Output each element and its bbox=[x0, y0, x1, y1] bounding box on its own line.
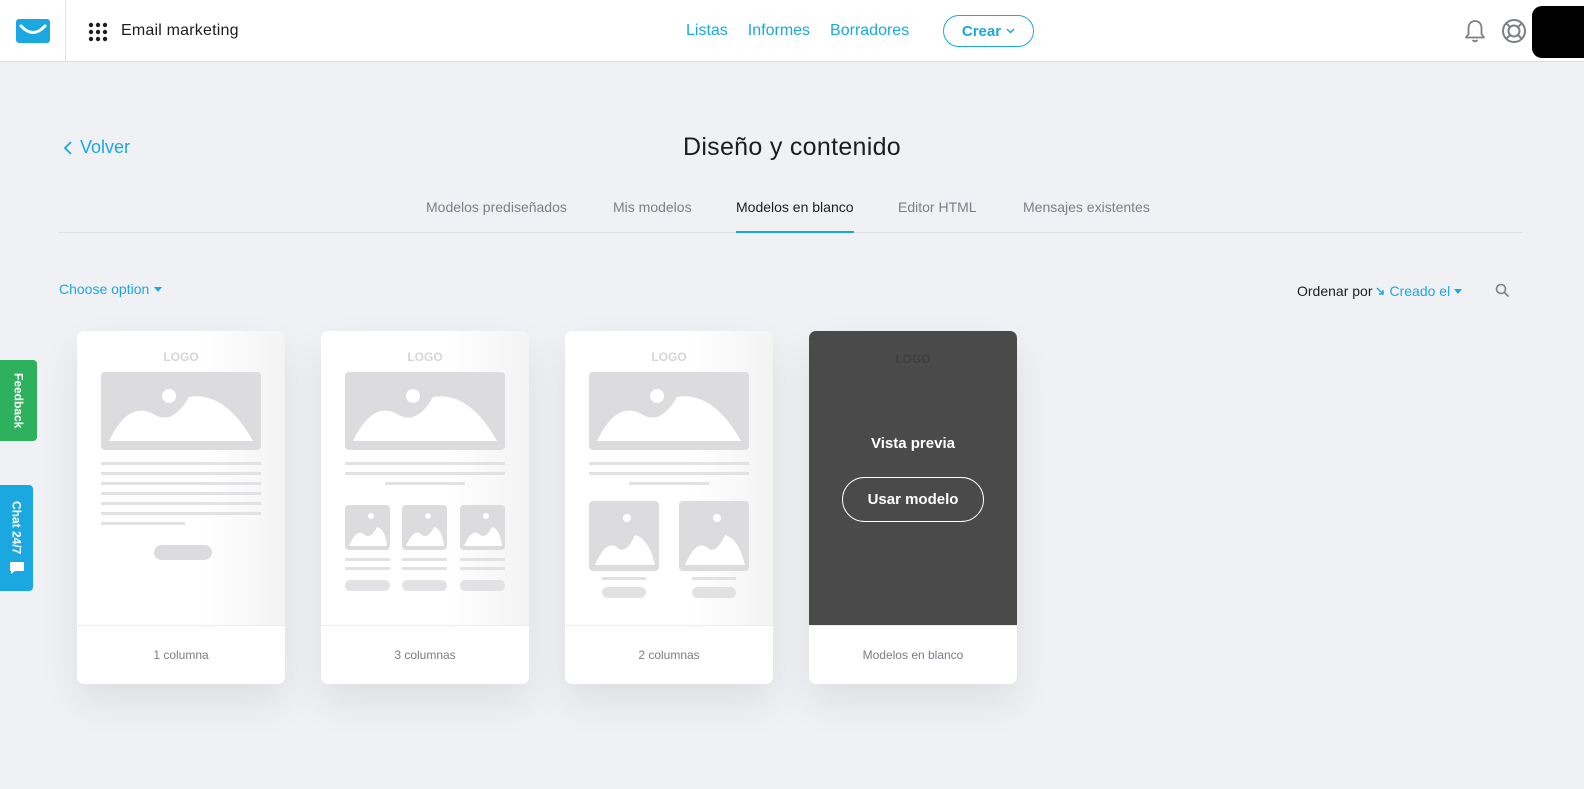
template-caption: 2 columnas bbox=[565, 625, 773, 684]
hover-overlay: LOGO Vista previa Usar modelo bbox=[809, 331, 1017, 625]
apps-grid-icon[interactable] bbox=[88, 22, 108, 42]
nav-informes[interactable]: Informes bbox=[748, 22, 810, 40]
chat-tab[interactable]: Chat 24/7 bbox=[0, 485, 33, 591]
logo-placeholder-dim: LOGO bbox=[895, 352, 930, 366]
help-lifebuoy-icon[interactable] bbox=[1501, 18, 1527, 44]
template-caption: Modelos en blanco bbox=[809, 625, 1017, 684]
preview-link[interactable]: Vista previa bbox=[809, 435, 1017, 452]
chevron-down-icon bbox=[1006, 28, 1015, 34]
page-title: Diseño y contenido bbox=[682, 133, 902, 161]
brand-logo[interactable] bbox=[0, 0, 66, 61]
choose-option-label: Choose option bbox=[59, 281, 150, 297]
logo-placeholder: LOGO bbox=[651, 350, 686, 364]
svg-text:LOGO: LOGO bbox=[895, 352, 930, 366]
template-card-modelos-en-blanco[interactable]: LOGO Vista previa Usar modelo Modelos en… bbox=[809, 331, 1017, 684]
avatar[interactable] bbox=[1532, 6, 1584, 58]
sort-value: Creado el bbox=[1389, 283, 1451, 299]
logo-placeholder: LOGO bbox=[163, 350, 198, 364]
nav-borradores[interactable]: Borradores bbox=[830, 22, 909, 40]
bell-icon[interactable] bbox=[1463, 18, 1487, 44]
top-bar: Email marketing Listas Informes Borrador… bbox=[0, 0, 1584, 62]
template-preview: LOGO bbox=[321, 331, 529, 625]
template-card-2-columnas[interactable]: LOGO 2 columnas bbox=[565, 331, 773, 684]
layout-thumbnail: LOGO bbox=[101, 350, 261, 560]
create-button[interactable]: Crear bbox=[943, 15, 1034, 47]
caret-down-icon bbox=[154, 286, 163, 292]
template-preview: LOGO bbox=[77, 331, 285, 625]
template-preview: LOGO bbox=[565, 331, 773, 625]
nav-listas[interactable]: Listas bbox=[686, 22, 728, 40]
feedback-label: Feedback bbox=[11, 372, 26, 429]
sort-arrow-icon bbox=[1376, 286, 1385, 295]
feedback-tab[interactable]: Feedback bbox=[0, 360, 37, 441]
sort-dropdown[interactable]: Creado el bbox=[1376, 283, 1463, 299]
chat-label: Chat 24/7 bbox=[9, 501, 24, 555]
create-button-label: Crear bbox=[961, 22, 1002, 40]
caret-down-icon bbox=[1454, 288, 1463, 294]
tab-modelos-en-blanco[interactable]: Modelos en blanco bbox=[736, 199, 854, 233]
tab-bar: Modelos prediseñados Mis modelos Modelos… bbox=[59, 188, 1523, 233]
app-name: Email marketing bbox=[121, 22, 239, 39]
search-icon[interactable] bbox=[1495, 283, 1510, 298]
tab-mis-modelos[interactable]: Mis modelos bbox=[613, 199, 692, 233]
tab-mensajes-existentes[interactable]: Mensajes existentes bbox=[1023, 199, 1150, 233]
template-card-1-columna[interactable]: LOGO 1 columna bbox=[77, 331, 285, 684]
chat-bubble-icon bbox=[9, 561, 24, 574]
layout-thumbnail: LOGO bbox=[345, 350, 505, 591]
template-caption: 1 columna bbox=[77, 625, 285, 684]
template-card-3-columnas[interactable]: LOGO 3 columnas bbox=[321, 331, 529, 684]
sort-control: Ordenar por Creado el bbox=[1297, 283, 1463, 299]
envelope-logo-icon bbox=[15, 18, 50, 43]
choose-option-dropdown[interactable]: Choose option bbox=[59, 281, 163, 297]
top-nav: Listas Informes Borradores bbox=[686, 22, 929, 40]
use-template-button[interactable]: Usar modelo bbox=[842, 477, 984, 522]
template-caption: 3 columnas bbox=[321, 625, 529, 684]
sort-label: Ordenar por bbox=[1297, 283, 1373, 299]
logo-placeholder: LOGO bbox=[407, 350, 442, 364]
layout-thumbnail: LOGO bbox=[589, 350, 749, 598]
tab-editor-html[interactable]: Editor HTML bbox=[898, 199, 977, 233]
tab-modelos-predisenados[interactable]: Modelos prediseñados bbox=[426, 199, 567, 233]
